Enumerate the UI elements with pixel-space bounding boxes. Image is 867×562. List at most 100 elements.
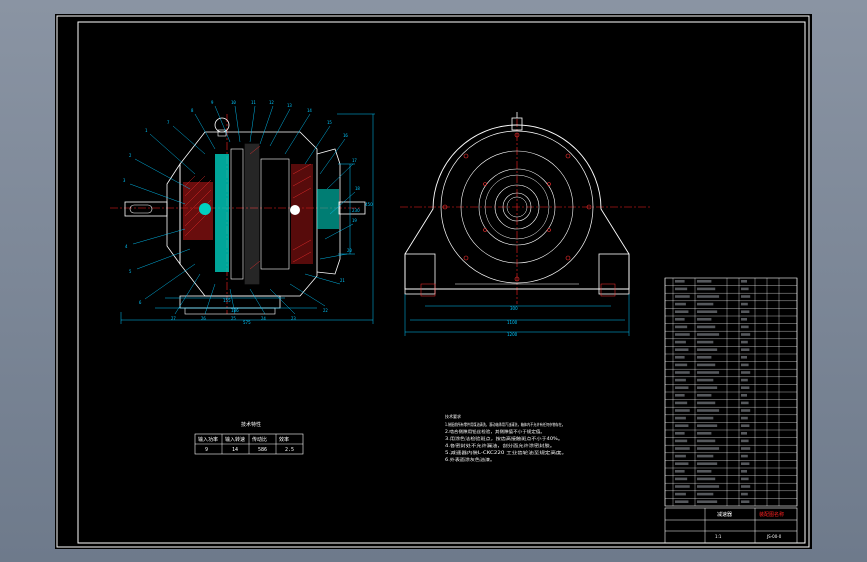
bom-cell-mark: [741, 447, 751, 450]
bom-cell-mark: [741, 401, 749, 405]
bom-cell-mark: [697, 318, 712, 321]
bom-cell-mark: [697, 462, 718, 465]
bom-cell-mark: [675, 386, 689, 389]
note-line-3: 3.用涂色法检验斑点，按齿高接触斑点不小于40%。: [445, 435, 563, 441]
bom-cell-mark: [697, 439, 716, 443]
dim-front-bottom-3: 1200: [507, 332, 518, 337]
bom-cell-mark: [675, 333, 690, 336]
technical-notes: 技术要求 1.装配前所有零件用煤油清洗，滚动轴承用汽油清洗，箱体内不允许有任何杂…: [445, 413, 567, 462]
bom-cell-mark: [675, 378, 686, 382]
svg-text:2: 2: [129, 153, 132, 158]
bom-cell-mark: [741, 325, 749, 329]
bom-cell-mark: [697, 340, 714, 344]
bom-cell-mark: [741, 378, 748, 382]
bom-cell-mark: [675, 447, 690, 450]
bom-cell-mark: [697, 325, 716, 329]
bom-cell-mark: [741, 340, 748, 344]
bom-cell-mark: [741, 416, 748, 420]
bom-cell-mark: [675, 287, 688, 291]
drawing-sheet: 123 456 789 10 11 12 13 14 15 16 17 18 19 20 21 …: [55, 14, 812, 549]
bom-cell-mark: [697, 295, 720, 298]
bom-cell-mark: [697, 310, 718, 313]
bom-cell-mark: [697, 348, 718, 351]
svg-text:22: 22: [323, 308, 328, 313]
bom-cell-mark: [675, 310, 689, 313]
tech-value-1: 9: [205, 447, 208, 453]
dim-section-bottom-1: 155: [223, 298, 231, 303]
dim-section-bottom-2: 186: [231, 308, 239, 313]
bom-cell-mark: [697, 500, 718, 503]
bom-cell-mark: [675, 356, 685, 359]
bom-cell-mark: [675, 477, 688, 481]
inner-border: [77, 21, 806, 544]
dim-section-right-2: 450: [365, 202, 373, 207]
tech-param-table: 技术特性 输入功率 输入转速 传动比 效率 9 14 586 2.5: [194, 421, 304, 455]
bom-cell-mark: [741, 470, 747, 473]
bom-cell-mark: [675, 371, 690, 374]
bom-cell-mark: [697, 356, 712, 359]
bom-cell-mark: [741, 386, 750, 389]
title-block: 减速器 装配图名称 JS-00-0 1:1: [664, 507, 798, 544]
bom-cell-mark: [675, 401, 688, 405]
svg-text:1: 1: [145, 128, 148, 133]
tech-header-3: 传动比: [252, 436, 267, 443]
bom-cell-mark: [675, 500, 689, 503]
bom-cell-mark: [675, 416, 686, 420]
tech-header-2: 输入转速: [225, 436, 245, 443]
dim-front-bottom-1: 300: [510, 306, 518, 311]
bom-cell-mark: [697, 401, 716, 405]
bom-cell-mark: [741, 280, 747, 283]
bom-cell-mark: [697, 470, 712, 473]
bom-cell-mark: [697, 454, 714, 458]
bom-cell-mark: [675, 424, 689, 427]
bom-cell-mark: [697, 333, 720, 336]
bom-cell-mark: [675, 325, 688, 329]
tech-header-1: 输入功率: [198, 436, 218, 443]
title-block-drawing-no: JS-00-0: [766, 534, 782, 539]
bom-cell-mark: [697, 302, 714, 306]
cad-viewport[interactable]: 123 456 789 10 11 12 13 14 15 16 17 18 19 20 21 …: [0, 0, 867, 562]
bom-cell-mark: [697, 432, 712, 435]
tech-value-3: 586: [258, 447, 267, 453]
bom-cell-mark: [741, 432, 747, 435]
bom-cell-mark: [675, 432, 685, 435]
bom-cell-mark: [675, 302, 686, 306]
bom-cell-mark: [741, 492, 748, 496]
tech-table-title: 技术特性: [241, 421, 261, 428]
bom-cell-mark: [675, 295, 690, 298]
bom-cell-mark: [741, 302, 748, 306]
svg-text:7: 7: [167, 120, 170, 125]
bom-cell-mark: [675, 462, 689, 465]
notes-title: 技术要求: [445, 413, 461, 419]
bom-cell-mark: [741, 409, 751, 412]
bom-cell-mark: [675, 470, 685, 473]
bom-cell-mark: [697, 371, 720, 374]
bom-cell-mark: [741, 394, 747, 397]
bom-cell-mark: [741, 485, 751, 488]
note-line-4: 4.各密封处不允许漏油，剖分面允许涂密封胶。: [445, 442, 555, 448]
tech-header-4: 效率: [279, 436, 289, 443]
bom-cell-mark: [741, 500, 750, 503]
bom-cell-mark: [741, 295, 751, 298]
bom-cell-mark: [741, 287, 749, 291]
svg-text:20: 20: [347, 248, 352, 253]
svg-text:6: 6: [139, 300, 142, 305]
bom-cell-mark: [741, 348, 750, 351]
bom-cell-mark: [675, 340, 686, 344]
bom-cell-mark: [741, 424, 750, 427]
note-line-5: 5.减速器内装L-CKC220 工业齿轮油至规定高度。: [445, 449, 567, 455]
bom-cell-mark: [697, 280, 712, 283]
bom-cell-mark: [675, 394, 685, 397]
bom-cell-mark: [675, 492, 686, 496]
svg-text:8: 8: [191, 108, 194, 113]
svg-text:21: 21: [340, 278, 345, 283]
dim-section-bottom-3: 575: [243, 320, 251, 325]
note-line-1: 1.装配前所有零件用煤油清洗，滚动轴承用汽油清洗，箱体内不允许有任何杂物存在。: [445, 421, 565, 427]
bom-cell-mark: [697, 477, 716, 481]
svg-text:18: 18: [355, 186, 360, 191]
bom-cell-mark: [697, 492, 714, 496]
bom-cell-mark: [741, 439, 749, 443]
bom-cell-mark: [741, 318, 747, 321]
svg-text:3: 3: [123, 178, 126, 183]
svg-text:10: 10: [231, 100, 236, 105]
